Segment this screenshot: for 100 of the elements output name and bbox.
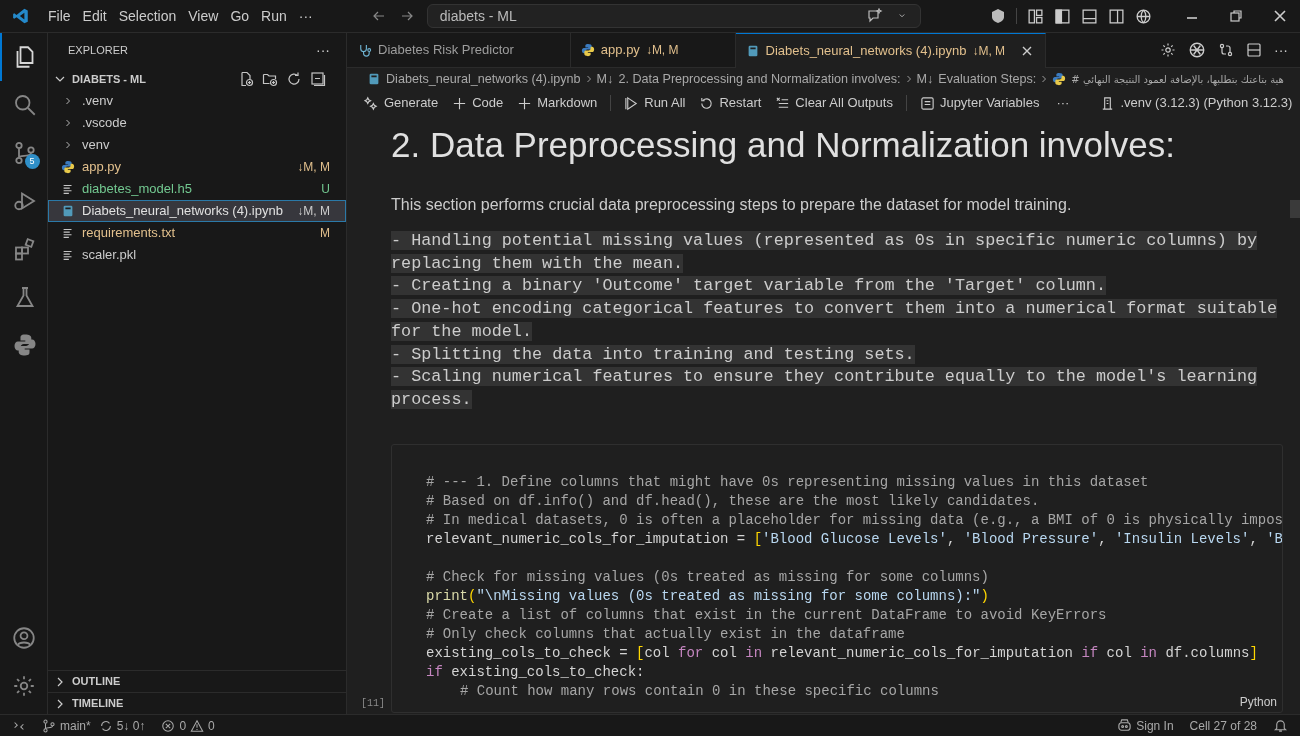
code-line: # Count how many rows contain 0 in these specific columns — [460, 681, 939, 701]
split-editor-icon[interactable] — [1246, 42, 1262, 58]
bell-icon[interactable] — [1273, 718, 1288, 733]
shield-icon[interactable] — [990, 8, 1006, 24]
chat-sparkle-icon[interactable] — [865, 8, 884, 24]
text-file-icon — [61, 226, 75, 240]
run-all-icon — [624, 95, 640, 111]
command-search-field[interactable]: diabets - ML — [426, 4, 921, 28]
code-text: process. — [391, 389, 472, 409]
sparkle-icon — [364, 95, 379, 111]
extensions-icon[interactable] — [12, 237, 37, 261]
code-line: # Check for missing values (0s treated as missing for some columns) — [426, 567, 989, 587]
text-file-icon — [61, 248, 75, 262]
code-line: # --- 1. Define columns that might have 0s representing missing values in this dataset — [426, 472, 1149, 492]
code-text: - One-hot encoding categorical features to convert them into a numerical format suitable — [391, 299, 1278, 319]
breadcrumb-item[interactable]: # هية بتاعتك بتطلبها، بالإضافة لعمود النتيجة النهائي — [1052, 71, 1284, 87]
code-line: existing_cols_to_check = [col for col in relevant_numeric_cols_for_imputation if col in df.columns] — [426, 643, 1258, 663]
scrollbar-thumb[interactable] — [1290, 200, 1300, 218]
code-text: replacing them with the mean. — [391, 253, 684, 273]
close-icon[interactable] — [1272, 8, 1288, 24]
more-actions[interactable]: ··· — [1046, 93, 1080, 113]
layout-grid-icon[interactable] — [1027, 7, 1044, 25]
restart-icon — [699, 95, 715, 111]
code-line: if existing_cols_to_check: — [426, 662, 645, 682]
file-tree-item[interactable]: venv — [48, 134, 346, 156]
branch-status[interactable]: main* — [42, 716, 91, 735]
menu-item[interactable]: File — [42, 5, 77, 27]
python-cell-icon — [1052, 72, 1067, 86]
plus-icon — [452, 95, 468, 111]
restore-icon[interactable] — [1228, 8, 1244, 24]
new-file-icon[interactable] — [238, 71, 254, 87]
menu-item[interactable]: Selection — [112, 5, 183, 27]
file-tree-item[interactable]: .venv — [48, 90, 346, 112]
refresh-icon[interactable] — [286, 71, 302, 87]
sync-icon — [98, 718, 113, 733]
editor-tab[interactable]: app.py ↓M, M — [570, 33, 736, 67]
menu-item[interactable]: View — [182, 5, 225, 27]
toolbar-button[interactable]: Generate — [357, 92, 446, 114]
file-tree-item[interactable]: Diabets_neural_networks (4).ipynb ↓M, M — [48, 200, 346, 222]
menu-item[interactable]: Go — [224, 5, 256, 27]
warning-icon — [190, 718, 205, 733]
language-label[interactable]: Python — [1239, 693, 1277, 711]
text-file-icon — [61, 182, 75, 196]
toolbar-button[interactable]: Jupyter Variables — [912, 92, 1047, 114]
file-tree-item[interactable]: requirements.txt M — [48, 222, 346, 244]
file-tree-item[interactable]: scaler.pkl — [48, 244, 346, 266]
secondary-sidebar-icon[interactable] — [1108, 7, 1125, 25]
more-actions[interactable]: ··· — [316, 40, 330, 61]
branch-icon[interactable] — [12, 141, 37, 165]
more-actions[interactable]: ··· — [1274, 39, 1288, 61]
cell-position[interactable]: Cell 27 of 28 — [1189, 716, 1257, 735]
app-logo-icon — [12, 7, 30, 25]
breadcrumb-item[interactable]: Diabets_neural_networks (4).ipynb — [367, 69, 581, 89]
file-tree-item[interactable]: diabetes_model.h5 U — [48, 178, 346, 200]
count-badge: 5 — [24, 154, 40, 169]
execution-count: [11] — [361, 697, 385, 711]
breadcrumb-item[interactable]: M↓ Evaluation Steps: — [916, 69, 1037, 89]
folder-heading[interactable]: DIABETS - ML — [72, 70, 146, 88]
code-text: - Scaling numerical features to ensure they contribute equally to the model's learning — [391, 367, 1258, 387]
globe-icon[interactable] — [1135, 7, 1152, 25]
toolbar-button[interactable]: Markdown — [510, 92, 605, 114]
run-debug-icon[interactable] — [12, 189, 37, 213]
account-icon[interactable] — [11, 626, 36, 650]
compare-icon[interactable] — [1218, 42, 1234, 58]
toolbar-button[interactable]: .venv (3.12.3) (Python 3.12.3) — [1093, 92, 1300, 114]
variables-icon — [919, 95, 935, 111]
code-line: relevant_numeric_cols_for_imputation = ['Blood Glucose Levels', 'Blood Pressure', 'Insulin Levels', 'B — [426, 529, 1282, 549]
branch-icon — [42, 718, 56, 733]
menu-item[interactable]: Run — [255, 5, 293, 27]
toolbar-button[interactable]: Clear All Outputs — [768, 92, 900, 114]
python-file-icon — [61, 160, 75, 174]
toolbar-button[interactable]: Restart — [692, 92, 769, 114]
editor-tab[interactable]: Diabets_neural_networks (4).ipynb ↓M, M — [735, 33, 1047, 68]
collapse-all-icon[interactable] — [310, 71, 326, 87]
panel-icon[interactable] — [1081, 7, 1098, 25]
menu-item[interactable]: Edit — [76, 5, 113, 27]
sign-in-status[interactable]: Sign In — [1117, 716, 1174, 735]
settings-icon[interactable] — [1160, 42, 1176, 58]
notebook-file-icon — [367, 72, 381, 86]
code-line: # In medical datasets, 0 is often a placeholder for missing data (e.g., a BMI of 0 is physically impos — [426, 510, 1282, 530]
menu-item[interactable]: ··· — [292, 5, 319, 27]
editor-tab[interactable]: Diabetes Risk Predictor — [347, 33, 571, 67]
code-text: - Creating a binary 'Outcome' target variable from the 'Target' column. — [391, 276, 1106, 296]
paragraph: This section performs crucial data preprocessing steps to prepare the dataset for model training. — [391, 195, 1072, 215]
file-tree-item[interactable]: .vscode — [48, 112, 346, 134]
new-folder-icon[interactable] — [262, 71, 278, 87]
toolbar-button[interactable]: Run All — [617, 92, 693, 114]
primary-sidebar-icon[interactable] — [1054, 7, 1071, 25]
stethoscope-icon — [357, 42, 372, 58]
code-text: for the model. — [391, 321, 532, 341]
problems-status[interactable]: 0 0 — [161, 716, 215, 735]
search-icon[interactable] — [12, 93, 37, 117]
toolbar-button[interactable]: Code — [445, 92, 511, 114]
section-header[interactable]: OUTLINE — [48, 670, 346, 692]
python-icon[interactable] — [12, 333, 37, 357]
sync-status[interactable]: 5↓ 0↑ — [98, 716, 146, 735]
file-tree-item[interactable]: app.py ↓M, M — [48, 156, 346, 178]
breadcrumb-item[interactable]: M↓ 2. Data Preprocessing and Normalization involves: — [596, 69, 901, 89]
settings-icon[interactable] — [11, 674, 36, 698]
section-heading: 2. Data Preprocessing and Normalization involves: — [391, 124, 1176, 166]
